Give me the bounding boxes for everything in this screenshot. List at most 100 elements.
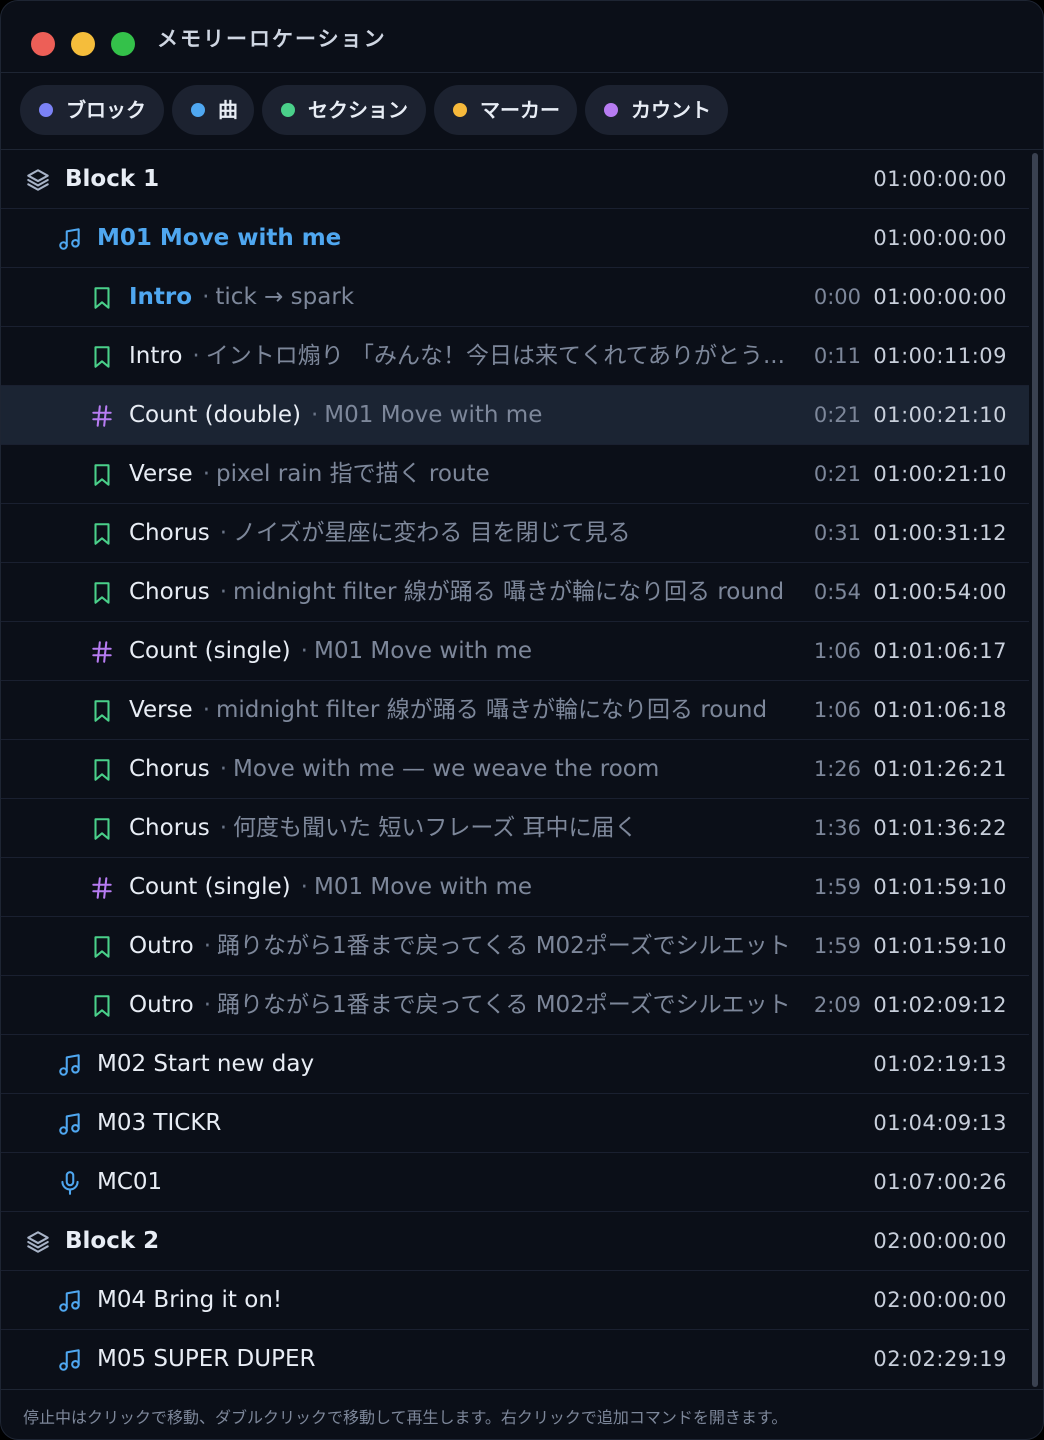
row-label: Verse · midnight filter 線が踊る 囁きが輪になり回る rou… <box>129 681 767 740</box>
relative-time: 1:36 <box>813 816 861 840</box>
memory-location-list: Block 1 01:00:00:00 M01 Move with me 01:00:… <box>1 150 1029 1388</box>
filter-bar: ブロック 曲 セクション マーカー カウント <box>1 73 1043 150</box>
section-row[interactable]: Chorus · ノイズが星座に変わる 目を閉じて見る 0:31 01:00:31:12 <box>1 504 1029 563</box>
row-label: Chorus · ノイズが星座に変わる 目を閉じて見る <box>129 504 631 563</box>
timecode: 01:01:59:10 <box>873 875 1007 899</box>
song-color-dot <box>191 103 205 117</box>
minimize-window-button[interactable] <box>71 32 95 56</box>
timecode: 01:00:00:00 <box>873 285 1007 309</box>
row-label: M03 TICKR <box>97 1094 221 1153</box>
filter-chip-marker[interactable]: マーカー <box>434 85 577 135</box>
mic-row[interactable]: MC01 01:07:00:26 <box>1 1153 1029 1212</box>
location-note: 踊りながら1番まで戻ってくる M02ポーズでシルエット <box>217 992 791 1018</box>
row-label: M02 Start new day <box>97 1035 314 1094</box>
filter-chip-block[interactable]: ブロック <box>20 85 164 135</box>
location-note: M01 Move with me <box>313 638 533 664</box>
filter-chip-label: ブロック <box>66 98 146 122</box>
timecode: 01:00:54:00 <box>873 580 1007 604</box>
row-label: M05 SUPER DUPER <box>97 1330 315 1388</box>
location-name: Intro <box>129 343 183 369</box>
count-row[interactable]: Count (single) · M01 Move with me 1:06 01:01… <box>1 622 1029 681</box>
filter-chip-label: セクション <box>308 98 408 122</box>
section-row[interactable]: Chorus · midnight filter 線が踊る 囁きが輪になり回る ro… <box>1 563 1029 622</box>
song-row[interactable]: M05 SUPER DUPER 02:02:29:19 <box>1 1330 1029 1388</box>
relative-time: 1:06 <box>813 639 861 663</box>
relative-time: 2:09 <box>813 993 861 1017</box>
location-name: M03 TICKR <box>97 1110 222 1136</box>
title-bar: メモリーロケーション <box>1 1 1043 73</box>
relative-time: 1:59 <box>813 875 861 899</box>
section-row[interactable]: Chorus · 何度も聞いた 短いフレーズ 耳中に届く 1:36 01:01:36:2… <box>1 799 1029 858</box>
list-scrollbar[interactable] <box>1031 153 1039 1387</box>
separator-dot: · <box>202 461 211 487</box>
timecode: 01:02:09:12 <box>873 993 1007 1017</box>
timecode: 01:01:59:10 <box>873 934 1007 958</box>
footer: 停止中はクリックで移動、ダブルクリックで移動して再生します。右クリックで追加コマ… <box>1 1389 1043 1439</box>
marker-color-dot <box>453 103 467 117</box>
separator-dot: · <box>192 343 200 369</box>
relative-time: 1:06 <box>813 698 861 722</box>
section-row[interactable]: Intro · イントロ煽り 「みんな！今日は来てくれてありがとう... 0:11 01… <box>1 327 1029 386</box>
bookmark-icon <box>89 757 115 783</box>
timecode: 01:01:06:18 <box>873 698 1007 722</box>
relative-time: 0:00 <box>813 285 861 309</box>
bookmark-icon <box>89 993 115 1019</box>
bookmark-icon <box>89 580 115 606</box>
relative-time: 0:21 <box>813 403 861 427</box>
block-row[interactable]: Block 2 02:00:00:00 <box>1 1212 1029 1271</box>
location-name: Count (double) <box>129 402 301 428</box>
row-label: Block 1 <box>65 150 159 209</box>
block-row[interactable]: Block 1 01:00:00:00 <box>1 150 1029 209</box>
scrollbar-thumb[interactable] <box>1032 153 1038 1387</box>
filter-chip-song[interactable]: 曲 <box>172 85 254 135</box>
timecode: 01:00:21:10 <box>873 403 1007 427</box>
window-title: メモリーロケーション <box>157 27 387 51</box>
location-note: 何度も聞いた 短いフレーズ 耳中に届く <box>233 815 638 841</box>
close-window-button[interactable] <box>31 32 55 56</box>
song-row[interactable]: M04 Bring it on! 02:00:00:00 <box>1 1271 1029 1330</box>
location-name: Outro <box>129 933 194 959</box>
count-row[interactable]: Count (single) · M01 Move with me 1:59 01:01… <box>1 858 1029 917</box>
zoom-window-button[interactable] <box>111 32 135 56</box>
location-note: midnight filter 線が踊る 囁きが輪になり回る round <box>233 579 785 605</box>
section-row[interactable]: Verse · midnight filter 線が踊る 囁きが輪になり回る rou… <box>1 681 1029 740</box>
row-label: Chorus · midnight filter 線が踊る 囁きが輪になり回る ro… <box>129 563 784 622</box>
song-row[interactable]: M01 Move with me 01:00:00:00 <box>1 209 1029 268</box>
row-label: Outro · 踊りながら1番まで戻ってくる M02ポーズでシルエット <box>129 917 791 976</box>
music-note-icon <box>57 1288 83 1314</box>
bookmark-icon <box>89 285 115 311</box>
timecode: 01:01:06:17 <box>873 639 1007 663</box>
location-name: Chorus <box>129 579 210 605</box>
section-row[interactable]: Verse · pixel rain 指で描く route 0:21 01:00:21:… <box>1 445 1029 504</box>
section-row[interactable]: Chorus · Move with me — we weave the room 1… <box>1 740 1029 799</box>
location-name: Count (single) <box>129 638 291 664</box>
song-row[interactable]: M03 TICKR 01:04:09:13 <box>1 1094 1029 1153</box>
timecode: 01:00:00:00 <box>873 167 1007 191</box>
row-label: Chorus · Move with me — we weave the room <box>129 740 659 799</box>
location-name: MC01 <box>97 1169 163 1195</box>
separator-dot: · <box>219 579 228 605</box>
section-row[interactable]: Outro · 踊りながら1番まで戻ってくる M02ポーズでシルエット 2:09 01:… <box>1 976 1029 1035</box>
relative-time: 0:11 <box>813 344 861 368</box>
location-name: Block 1 <box>65 166 160 192</box>
row-label: Count (double) · M01 Move with me <box>129 386 542 445</box>
bookmark-icon <box>89 521 115 547</box>
count-color-dot <box>604 103 618 117</box>
separator-dot: · <box>219 520 228 546</box>
bookmark-icon <box>89 816 115 842</box>
relative-time: 0:54 <box>813 580 861 604</box>
microphone-icon <box>57 1170 83 1196</box>
song-row[interactable]: M02 Start new day 01:02:19:13 <box>1 1035 1029 1094</box>
section-row[interactable]: Intro · tick → spark 0:00 01:00:00:00 <box>1 268 1029 327</box>
timecode: 01:04:09:13 <box>873 1111 1007 1135</box>
music-note-icon <box>57 1052 83 1078</box>
location-note: Move with me — we weave the room <box>233 756 660 782</box>
location-name: Block 2 <box>65 1228 160 1254</box>
timecode: 02:00:00:00 <box>873 1229 1007 1253</box>
section-row[interactable]: Outro · 踊りながら1番まで戻ってくる M02ポーズでシルエット 1:59 01:… <box>1 917 1029 976</box>
filter-chip-count[interactable]: カウント <box>585 85 728 135</box>
count-row[interactable]: Count (double) · M01 Move with me 0:21 01:00… <box>1 386 1029 445</box>
filter-chip-section[interactable]: セクション <box>262 85 426 135</box>
music-note-icon <box>57 1111 83 1137</box>
separator-dot: · <box>300 874 308 900</box>
